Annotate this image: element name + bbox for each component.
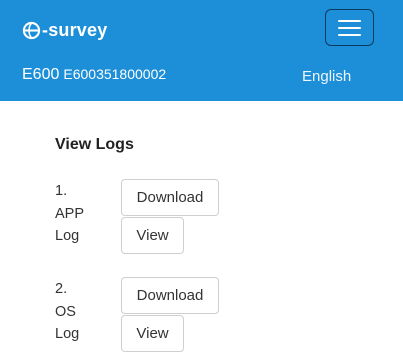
- brand-logo[interactable]: -survey: [22, 16, 107, 44]
- device-info: E600 E600351800002: [22, 66, 166, 86]
- hamburger-menu-icon: [338, 19, 361, 22]
- page-title: View Logs: [55, 136, 134, 153]
- log-name: APP: [55, 205, 85, 222]
- log-suffix: Log: [55, 326, 80, 342]
- log-suffix: Log: [55, 228, 80, 244]
- brand-name: -survey: [42, 19, 108, 40]
- view-os-log-button[interactable]: View: [121, 315, 184, 352]
- log-name: OS: [55, 303, 76, 320]
- log-number: 2.: [55, 281, 68, 297]
- menu-toggle-button[interactable]: [325, 9, 374, 46]
- top-navbar: -survey E600 E600351800002 English: [0, 0, 403, 101]
- device-model: E600: [22, 66, 60, 83]
- language-selector[interactable]: English: [302, 68, 351, 85]
- log-label-os: 2. OS Log: [55, 278, 79, 346]
- log-number: 1.: [55, 183, 68, 199]
- globe-logo-icon: [22, 21, 41, 39]
- device-serial: E600351800002: [63, 66, 167, 82]
- view-app-log-button[interactable]: View: [121, 217, 184, 254]
- log-label-app: 1. APP Log: [55, 180, 84, 248]
- download-app-log-button[interactable]: Download: [121, 179, 219, 216]
- download-os-log-button[interactable]: Download: [121, 277, 219, 314]
